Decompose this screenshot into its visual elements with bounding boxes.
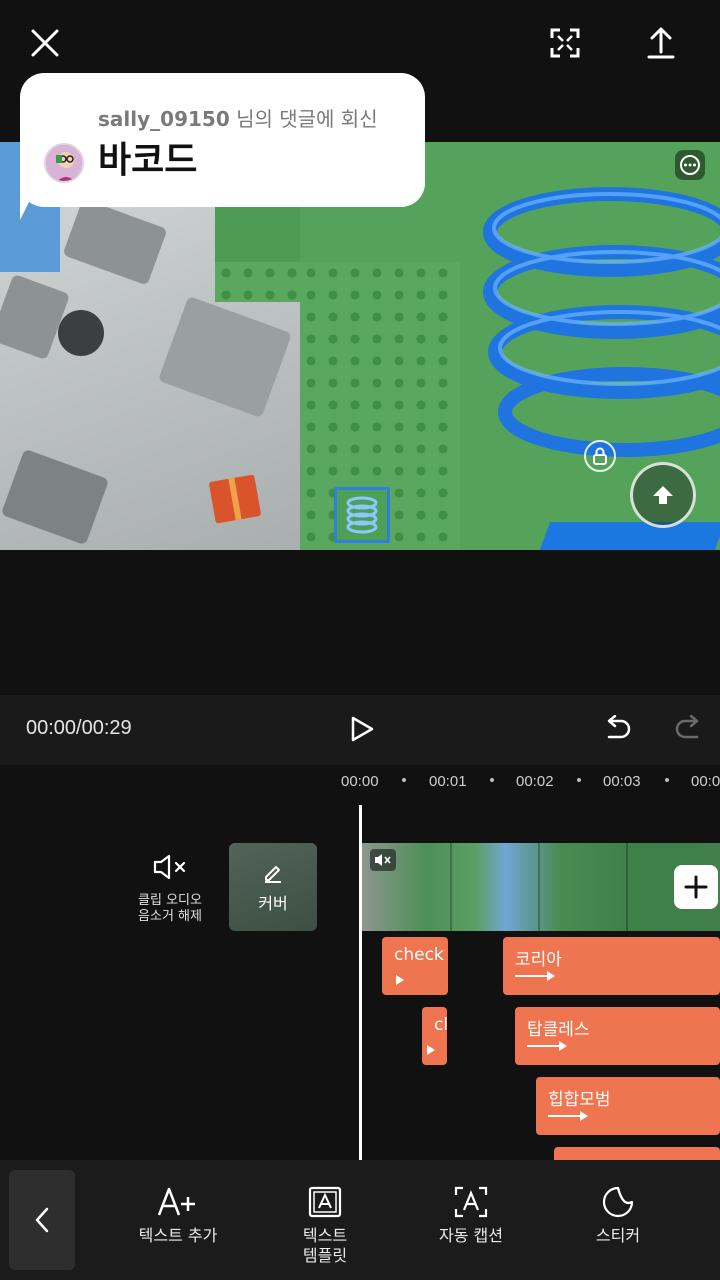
unmute-label: 클립 오디오 음소거 해제: [122, 893, 218, 925]
reply-username: sally_09150: [98, 107, 230, 131]
frame-separator: [538, 843, 540, 931]
text-clip[interactable]: cl: [422, 1007, 447, 1065]
gift-box: [208, 474, 262, 524]
timeline[interactable]: 00:00 00:01 00:02 00:03 00:0 클립 오디오 음소거 …: [0, 765, 720, 1160]
text-clip-label: 힙합모범: [548, 1090, 611, 1110]
scene-blue-ledge: [539, 522, 720, 550]
text-clip[interactable]: 코리아: [503, 937, 720, 995]
more-options-button[interactable]: [675, 150, 705, 180]
unmute-label-line1: 클립 오디오: [138, 893, 202, 908]
sticker-label: 스티커: [595, 1226, 641, 1245]
ruler-dot: [577, 778, 581, 782]
spring-coil: [483, 187, 720, 457]
comment-text: 바코드: [98, 140, 198, 181]
text-clip-label: 탑클레스: [527, 1020, 590, 1040]
auto-caption-button[interactable]: 자동 캡션: [406, 1182, 536, 1246]
spring-icon: [346, 496, 378, 534]
clip-muted-indicator: [370, 849, 396, 871]
fullscreen-icon: [550, 28, 580, 58]
text-clip-label: 코리아: [515, 950, 562, 970]
more-icon: [680, 155, 700, 175]
clip-arrow-icon: [515, 971, 555, 981]
undo-icon: [607, 715, 631, 739]
unmute-clip-audio-button[interactable]: 클립 오디오 음소거 해제: [122, 853, 218, 925]
undo-button[interactable]: [598, 707, 638, 751]
redo-icon: [675, 715, 699, 739]
speaker-mute-icon: [153, 854, 186, 880]
text-template-icon: [308, 1186, 342, 1218]
bottom-toolbar: 텍스트 추가 텍스트 템플릿 자동 캡션 스티커: [0, 1160, 720, 1280]
add-text-label: 텍스트 추가: [138, 1226, 218, 1245]
text-clip-label: cl: [434, 1015, 447, 1035]
upload-icon: [647, 27, 675, 59]
sticker-button[interactable]: 스티커: [553, 1182, 683, 1246]
text-template-label-line1: 텍스트: [302, 1226, 348, 1245]
ruler-tick: 00:02: [516, 773, 554, 790]
speaker-mute-icon: [375, 854, 391, 866]
avatar: [44, 143, 84, 183]
fullscreen-button[interactable]: [540, 18, 590, 68]
text-clip[interactable]: 탑클레스: [515, 1007, 720, 1065]
add-text-button[interactable]: 텍스트 추가: [113, 1182, 243, 1246]
add-clip-button[interactable]: [674, 865, 718, 909]
clip-arrow-icon: [396, 975, 404, 985]
edit-pencil-icon: [265, 866, 281, 883]
frame-separator: [450, 843, 452, 931]
unmute-label-line2: 음소거 해제: [138, 909, 202, 924]
clip-arrow-icon: [427, 1045, 435, 1055]
shift-lock-button[interactable]: [584, 440, 616, 472]
close-icon: [31, 29, 59, 57]
text-clip[interactable]: 힙합모범: [536, 1077, 720, 1135]
ruler-tick: 00:00: [341, 773, 379, 790]
reply-suffix: 님의 댓글에 회신: [229, 107, 378, 131]
auto-caption-label: 자동 캡션: [439, 1226, 503, 1245]
export-button[interactable]: [636, 18, 686, 68]
spring-item-slot[interactable]: [334, 487, 390, 543]
avatar-image: [46, 145, 82, 181]
clip-arrow-icon: [527, 1041, 567, 1051]
text-add-icon: [157, 1187, 195, 1216]
ruler-tick: 00:0: [691, 773, 720, 790]
playback-controls: 00:00/00:29: [0, 695, 720, 765]
chevron-left-icon: [35, 1207, 49, 1233]
cover-overlay: 커버: [229, 843, 317, 931]
text-template-label: 텍스트 템플릿: [260, 1226, 390, 1266]
time-ruler: 00:00 00:01 00:02 00:03 00:0: [0, 765, 720, 801]
plus-icon: [684, 875, 708, 899]
playhead[interactable]: [359, 805, 362, 1160]
clip-arrow-icon: [548, 1111, 588, 1121]
cover-label: 커버: [258, 894, 288, 913]
close-button[interactable]: [20, 18, 70, 68]
text-clip[interactable]: check: [382, 937, 448, 995]
back-button[interactable]: [9, 1170, 75, 1270]
time-display: 00:00/00:29: [26, 717, 132, 739]
play-icon: [351, 716, 374, 742]
ruler-tick: 00:03: [603, 773, 641, 790]
text-clip-label: check: [394, 945, 444, 965]
jump-button[interactable]: [630, 462, 696, 528]
video-clip-track[interactable]: [362, 843, 720, 931]
sticker-icon: [602, 1186, 634, 1218]
comment-reply-sticker[interactable]: sally_09150 님의 댓글에 회신 바코드: [20, 73, 425, 207]
scene-hole: [58, 310, 104, 356]
ruler-tick: 00:01: [429, 773, 467, 790]
reply-header: sally_09150 님의 댓글에 회신: [98, 103, 378, 132]
text-template-label-line2: 템플릿: [302, 1246, 348, 1265]
redo-button[interactable]: [668, 707, 708, 751]
text-clip[interactable]: [554, 1147, 720, 1160]
cover-button[interactable]: 커버: [229, 843, 317, 931]
frame-separator: [626, 843, 628, 931]
lock-icon: [593, 447, 607, 465]
ruler-dot: [490, 778, 494, 782]
auto-caption-icon: [454, 1186, 488, 1218]
play-button[interactable]: [340, 707, 384, 751]
ruler-dot: [665, 778, 669, 782]
text-template-button[interactable]: 텍스트 템플릿: [260, 1182, 390, 1266]
arrow-up-icon: [653, 486, 673, 504]
ruler-dot: [402, 778, 406, 782]
